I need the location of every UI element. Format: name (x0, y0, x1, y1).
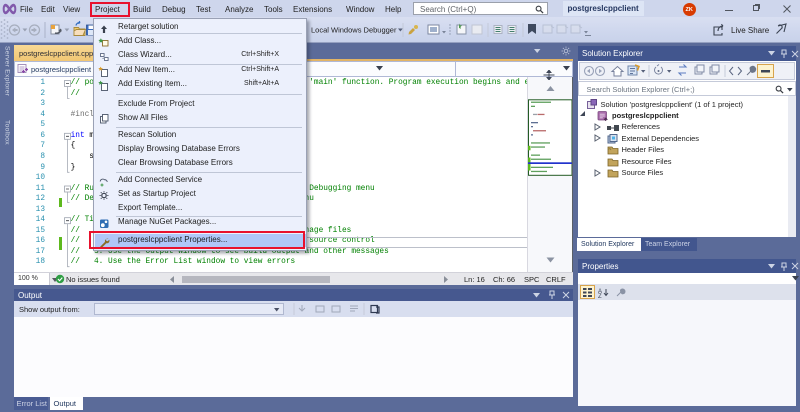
svg-text:Live Share: Live Share (731, 26, 770, 35)
svg-text:Local Windows Debugger: Local Windows Debugger (311, 26, 397, 35)
svg-text:Z: Z (598, 294, 602, 298)
